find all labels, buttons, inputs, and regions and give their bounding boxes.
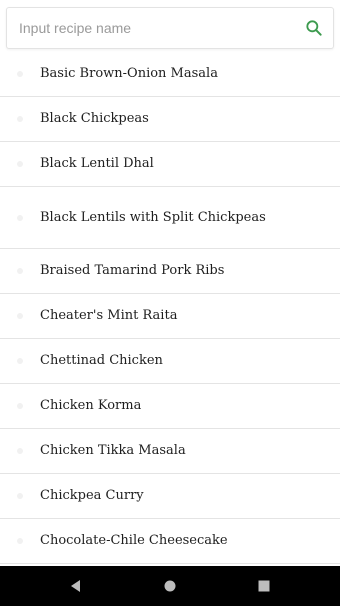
item-bullet [17,161,23,167]
search-icon[interactable] [304,18,324,38]
item-bullet [17,538,23,544]
recipe-name: Basic Brown-Onion Masala [40,66,218,81]
system-navigation-bar [0,566,340,606]
item-bullet [17,403,23,409]
home-button[interactable] [146,566,194,606]
recipe-list: Basic Brown-Onion Masala Black Chickpeas… [0,52,340,564]
recents-button[interactable] [240,566,288,606]
list-item[interactable]: Chettinad Chicken [0,339,340,384]
list-item[interactable]: Cheater's Mint Raita [0,294,340,339]
list-item[interactable]: Chicken Tikka Masala [0,429,340,474]
item-bullet [17,448,23,454]
recipe-name: Black Chickpeas [40,111,149,126]
item-bullet [17,71,23,77]
item-bullet [17,116,23,122]
recipe-search-screen: Basic Brown-Onion Masala Black Chickpeas… [0,0,340,606]
list-item[interactable]: Black Lentils with Split Chickpeas [0,187,340,249]
list-item[interactable]: Chickpea Curry [0,474,340,519]
item-bullet [17,214,23,221]
back-button[interactable] [52,566,100,606]
item-bullet [17,313,23,319]
list-item[interactable]: Chicken Korma [0,384,340,429]
home-icon [164,580,176,592]
recipe-name: Chicken Korma [40,398,142,413]
item-bullet [17,493,23,499]
recipe-name: Chicken Tikka Masala [40,443,186,458]
recipe-name: Chickpea Curry [40,488,144,503]
item-bullet [17,268,23,274]
list-item[interactable]: Black Chickpeas [0,97,340,142]
search-input[interactable] [19,17,289,39]
recipe-name: Chettinad Chicken [40,353,163,368]
recipe-name: Black Lentil Dhal [40,156,154,171]
search-bar [0,0,340,56]
list-item[interactable]: Basic Brown-Onion Masala [0,52,340,97]
list-item[interactable]: Black Lentil Dhal [0,142,340,187]
recents-icon [258,580,270,592]
item-bullet [17,358,23,364]
list-item[interactable]: Braised Tamarind Pork Ribs [0,249,340,294]
recipe-name: Black Lentils with Split Chickpeas [40,209,266,225]
recipe-name: Braised Tamarind Pork Ribs [40,263,225,278]
list-item[interactable]: Chocolate-Chile Cheesecake [0,519,340,564]
recipe-name: Chocolate-Chile Cheesecake [40,533,228,548]
back-icon [71,580,80,592]
search-box[interactable] [6,7,334,49]
recipe-name: Cheater's Mint Raita [40,308,178,323]
